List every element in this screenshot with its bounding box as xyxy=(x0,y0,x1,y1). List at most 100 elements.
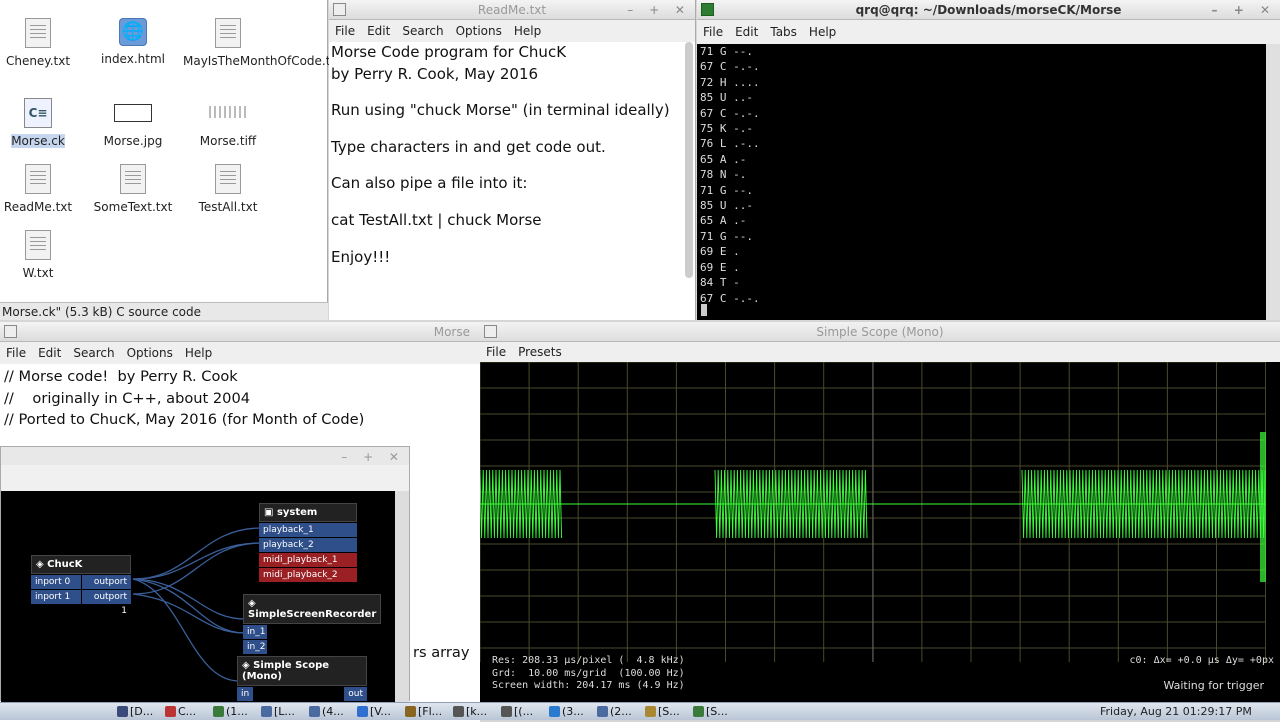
menu-item[interactable]: Edit xyxy=(735,25,758,39)
terminal-line: 65 A .- xyxy=(700,214,747,228)
terminal-scrollbar[interactable] xyxy=(1266,44,1280,320)
file-item[interactable]: TestAll.txt xyxy=(183,164,273,214)
editor-app-icon xyxy=(4,325,17,338)
taskbar-button[interactable]: (3... xyxy=(548,703,584,720)
taskbar-button[interactable]: [V... xyxy=(356,703,391,720)
terminal-window-buttons[interactable]: – + ✕ xyxy=(1212,0,1276,20)
port-in-2[interactable]: in_2 xyxy=(243,640,267,654)
taskbar-button[interactable]: [S... xyxy=(644,703,680,720)
readme-window-buttons[interactable]: – + ✕ xyxy=(627,0,691,20)
diamond-icon: ◈ xyxy=(248,598,256,609)
file-icon-doc xyxy=(25,164,51,194)
graph-titlebar[interactable]: – + ✕ xyxy=(1,447,409,465)
editor-app-icon xyxy=(333,3,346,16)
file-item[interactable]: ReadMe.txt xyxy=(0,164,83,214)
taskbar-button[interactable]: [(... xyxy=(500,703,533,720)
readme-titlebar[interactable]: ReadMe.txt – + ✕ xyxy=(329,0,695,20)
taskbar-button[interactable]: [k... xyxy=(452,703,487,720)
terminal-line: 65 A .- xyxy=(700,152,747,166)
port-scope-in[interactable]: in xyxy=(237,687,254,701)
menu-item[interactable]: Help xyxy=(514,24,541,38)
terminal-app-icon xyxy=(701,3,714,16)
menu-item[interactable]: File xyxy=(6,346,26,360)
port-scope-out[interactable]: out xyxy=(344,687,367,701)
menu-item[interactable]: File xyxy=(703,25,723,39)
port-playback-1[interactable]: playback_1 xyxy=(259,523,357,537)
node-chuck[interactable]: ◈ ChucK inport 0 outport 0 inport 1 outp… xyxy=(31,555,131,616)
scope-titlebar[interactable]: Simple Scope (Mono) xyxy=(480,322,1280,342)
taskbar-button[interactable]: (4... xyxy=(308,703,344,720)
menu-item[interactable]: File xyxy=(335,24,355,38)
file-item[interactable]: MayIsTheMonthOfCode.txt xyxy=(183,18,342,68)
port-outport-0[interactable]: outport 0 xyxy=(81,575,131,601)
file-item[interactable]: Morse.jpg xyxy=(88,98,178,148)
morse-menubar: File Edit Search Options Help xyxy=(0,342,480,364)
file-item[interactable]: W.txt xyxy=(0,230,83,280)
taskbar-clock[interactable]: Friday, Aug 21 01:29:17 PM xyxy=(1100,703,1252,720)
file-item[interactable]: SomeText.txt xyxy=(88,164,178,214)
port-inport-0[interactable]: inport 0 xyxy=(31,575,81,589)
port-inport-1[interactable]: inport 1 xyxy=(31,590,81,604)
taskbar-button[interactable]: [L... xyxy=(260,703,295,720)
taskbar-button[interactable]: [S... xyxy=(692,703,728,720)
morse-title: Morse xyxy=(433,325,470,339)
scope-trigger-status: Waiting for trigger xyxy=(1163,679,1264,692)
file-item[interactable]: Cheney.txt xyxy=(0,18,83,68)
menu-item[interactable]: Edit xyxy=(38,346,61,360)
readme-scrollbar[interactable] xyxy=(685,42,693,278)
code-fragment: rs array xyxy=(413,644,470,661)
code-line: // Ported to ChucK, May 2016 (for Month … xyxy=(4,411,365,428)
text-line: cat TestAll.txt | chuck Morse xyxy=(331,210,542,229)
code-line: // Morse code! by Perry R. Cook xyxy=(4,368,238,385)
port-midi-playback-1[interactable]: midi_playback_1 xyxy=(259,553,357,567)
signal-burst xyxy=(480,469,563,539)
file-icon-globe: 🌐 xyxy=(119,18,147,46)
terminal-line: 84 T - xyxy=(700,276,740,290)
menu-item[interactable]: File xyxy=(486,345,506,359)
taskbar-button[interactable]: [D... xyxy=(116,703,153,720)
readme-editor-window: ReadMe.txt – + ✕ File Edit Search Options He… xyxy=(329,0,696,320)
readme-title: ReadMe.txt xyxy=(477,3,547,17)
terminal-line: 71 G --. xyxy=(700,45,753,58)
file-name: Morse.ck xyxy=(11,134,65,148)
terminal-line: 75 K -.- xyxy=(700,122,753,136)
menu-item[interactable]: Search xyxy=(402,24,443,38)
taskbar-button[interactable]: (1... xyxy=(212,703,248,720)
menu-item[interactable]: Presets xyxy=(518,345,562,359)
node-system[interactable]: ▣ system playback_1 playback_2 midi_play… xyxy=(259,503,357,582)
terminal-titlebar[interactable]: qrq@qrq: ~/Downloads/morseCK/Morse – + ✕ xyxy=(697,0,1280,20)
graph-scrollbar[interactable] xyxy=(395,491,409,703)
file-item[interactable]: C≡ Morse.ck xyxy=(0,98,83,148)
readme-menubar: File Edit Search Options Help xyxy=(329,20,695,42)
menu-item[interactable]: Edit xyxy=(367,24,390,38)
port-midi-playback-2[interactable]: midi_playback_2 xyxy=(259,568,357,582)
file-name: Morse.tiff xyxy=(199,134,257,148)
readme-text-area[interactable]: Morse Code program for ChucK by Perry R. … xyxy=(331,42,681,268)
menu-item[interactable]: Options xyxy=(127,346,173,360)
taskbar: [D... C... (1... [L... (4... [V... [Fl... [k...… xyxy=(0,702,1280,720)
file-item[interactable]: Morse.tiff xyxy=(183,98,273,148)
node-simplescreenrecorder[interactable]: ◈ SimpleScreenRecorder in_1 in_2 xyxy=(243,594,381,654)
taskbar-button[interactable]: [Fl... xyxy=(404,703,442,720)
morse-titlebar[interactable]: Morse xyxy=(0,322,480,342)
scope-display[interactable] xyxy=(480,362,1266,662)
node-simple-scope[interactable]: ◈ Simple Scope (Mono) in out xyxy=(237,656,367,701)
graph-window-buttons[interactable]: – + ✕ xyxy=(341,447,405,467)
terminal-output[interactable]: 71 G --. 67 C -.-. 72 H .... 85 U ..- 67 C -… xyxy=(700,44,760,306)
graph-canvas[interactable]: ▣ system playback_1 playback_2 midi_play… xyxy=(1,491,395,703)
morse-code-text[interactable]: // Morse code! by Perry R. Cook // origin… xyxy=(4,366,364,431)
port-playback-2[interactable]: playback_2 xyxy=(259,538,357,552)
menu-item[interactable]: Tabs xyxy=(770,25,797,39)
file-icon-doc xyxy=(25,230,51,260)
menu-item[interactable]: Search xyxy=(73,346,114,360)
menu-item[interactable]: Help xyxy=(809,25,836,39)
file-item[interactable]: 🌐 index.html xyxy=(88,18,178,66)
file-name: W.txt xyxy=(22,266,54,280)
menu-item[interactable]: Help xyxy=(185,346,212,360)
file-manager-window: Cheney.txt 🌐 index.html MayIsTheMonthOfCode… xyxy=(0,0,342,320)
port-outport-1[interactable]: outport 1 xyxy=(81,590,131,616)
taskbar-button[interactable]: C... xyxy=(164,703,196,720)
port-in-1[interactable]: in_1 xyxy=(243,625,267,639)
menu-item[interactable]: Options xyxy=(456,24,502,38)
taskbar-button[interactable]: (2... xyxy=(596,703,632,720)
